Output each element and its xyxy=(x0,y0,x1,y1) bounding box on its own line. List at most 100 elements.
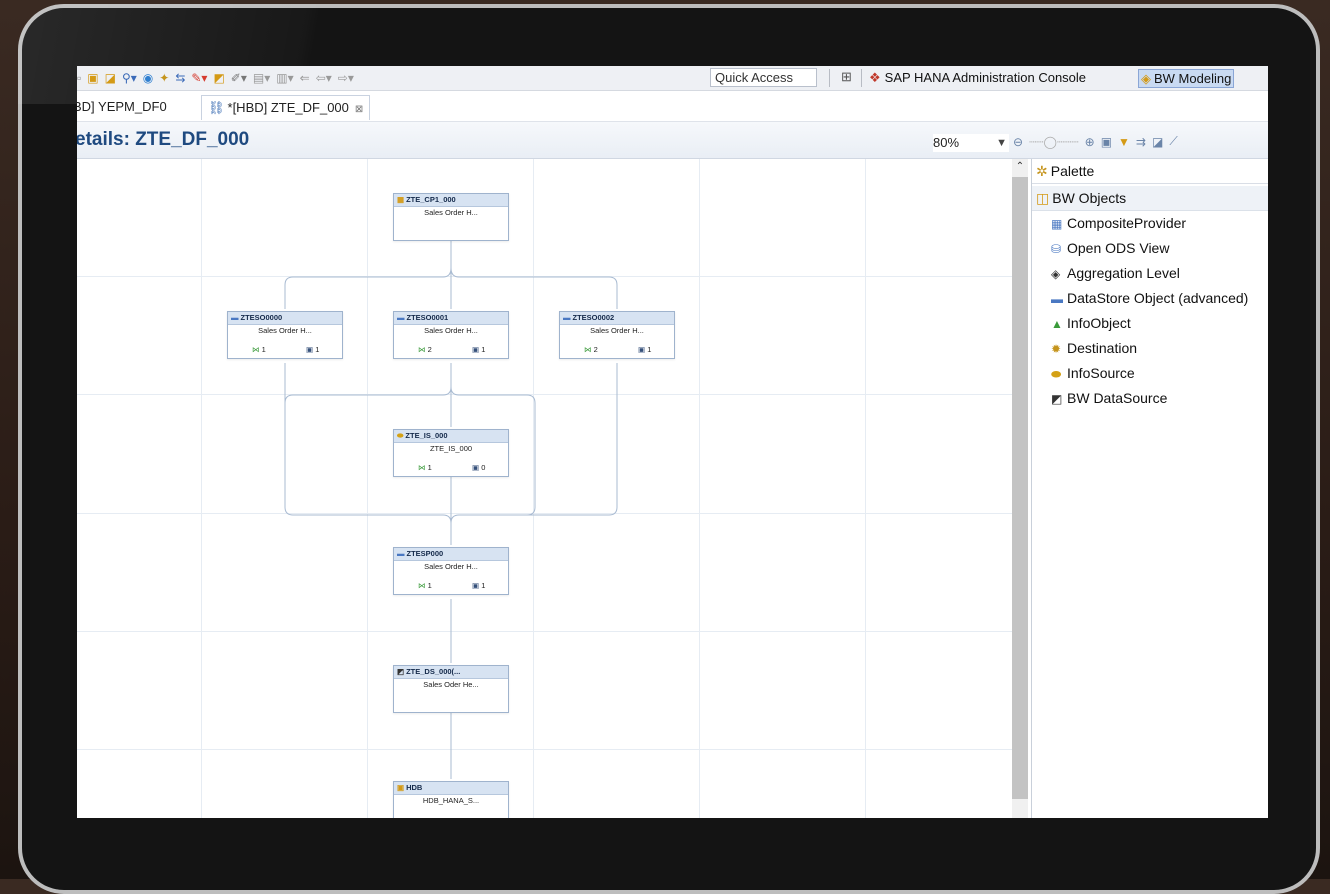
palette-item-label: BW DataSource xyxy=(1067,390,1168,406)
transformation-icon: ⋈ xyxy=(418,581,426,590)
activate-icon[interactable]: ✦ xyxy=(159,71,169,85)
palette-item-label: Open ODS View xyxy=(1067,240,1170,256)
export-icon[interactable]: ◪ xyxy=(1152,135,1163,149)
aggregation-level-icon: ◈ xyxy=(1051,267,1061,281)
open-ods-view-icon: ⛁ xyxy=(1051,242,1062,256)
perspective-hana-admin[interactable]: ❖ SAP HANA Administration Console xyxy=(869,69,1086,87)
palette-group-bw-objects[interactable]: ◫ BW Objects xyxy=(1032,186,1268,211)
palette-header[interactable]: ✲ Palette xyxy=(1032,159,1268,184)
palette-item-infosource[interactable]: ⬬ InfoSource xyxy=(1032,361,1268,386)
scroll-thumb[interactable] xyxy=(1012,177,1028,799)
dataflow-node[interactable]: ◩ ZTE_DS_000(... Sales Oder He... xyxy=(393,665,509,713)
bw-modeling-icon: ◈ xyxy=(1141,71,1151,86)
dataflow-node[interactable]: ⬬ ZTE_IS_000 ZTE_IS_000 ⋈ 1 ▣ 0 xyxy=(393,429,509,477)
new-icon[interactable]: ▫ xyxy=(77,71,81,85)
toolbar-separator xyxy=(861,69,862,87)
infosource-icon: ⬬ xyxy=(1051,367,1062,381)
count-value: 0 xyxy=(481,463,486,472)
tab-yepm-df0[interactable]: BD] YEPM_DF0 xyxy=(77,97,167,117)
dtp-count: ▣ 1 xyxy=(472,581,485,590)
filter-icon[interactable]: ▼ xyxy=(1118,135,1130,149)
quick-access-field[interactable]: Quick Access xyxy=(710,68,817,87)
count-value: 1 xyxy=(427,581,432,590)
dataflow-node[interactable]: ▬ ZTESO0002 Sales Order H... ⋈ 2 ▣ 1 xyxy=(559,311,675,359)
layout-icon[interactable]: ⇉ xyxy=(1136,135,1146,149)
search-icon[interactable]: ⚲▾ xyxy=(122,71,137,85)
fit-icon[interactable]: ▣ xyxy=(1101,135,1112,149)
zoom-out-icon[interactable]: ⊖ xyxy=(1013,135,1023,149)
transformation-icon: ⋈ xyxy=(418,463,426,472)
folder-open-icon: ◫ xyxy=(1036,190,1050,206)
zoom-value: 80% xyxy=(933,135,960,150)
dtp-icon: ▣ xyxy=(306,345,314,354)
node-description: HDB_HANA_S... xyxy=(422,796,480,805)
count-value: 2 xyxy=(427,345,432,354)
open-perspective-icon[interactable]: ⊞ xyxy=(841,69,852,85)
chart-icon[interactable]: ⟋ xyxy=(1169,134,1177,149)
node-description: Sales Order H... xyxy=(424,562,478,571)
next-annotation-icon[interactable]: ▥▾ xyxy=(276,71,293,85)
palette-title: Palette xyxy=(1050,163,1095,179)
dtp-icon: ▣ xyxy=(472,463,480,472)
editor-header: etails: ZTE_DF_000 80% ▼ ⊖ ┈┈◯┈┈┈ ⊕ ▣ ▼ … xyxy=(77,122,1268,159)
transformation-count: ⋈ 2 xyxy=(584,345,598,354)
count-value: 1 xyxy=(481,581,486,590)
folder-open-icon[interactable]: ◩ xyxy=(213,71,224,85)
palette-item-open-ods-view[interactable]: ⛁ Open ODS View xyxy=(1032,236,1268,261)
node-name: ZTESO0002 xyxy=(572,313,615,322)
annotation-icon[interactable]: ▤▾ xyxy=(253,71,270,85)
forward-icon[interactable]: ⇨▾ xyxy=(338,71,354,85)
back-dropdown-icon[interactable]: ⇦▾ xyxy=(316,71,332,85)
datastore-object-icon: ▬ xyxy=(231,313,239,322)
folder-icon[interactable]: ◪ xyxy=(105,71,116,85)
zoom-slider[interactable]: ┈┈◯┈┈┈ xyxy=(1029,135,1079,149)
palette-item-compositeprovider[interactable]: ▦ CompositeProvider xyxy=(1032,211,1268,236)
dataflow-canvas[interactable]: ▦ ZTE_CP1_000 Sales Order H... ▬ ZTESO0000… xyxy=(77,159,1012,818)
dataflow-node[interactable]: ▦ ZTE_CP1_000 Sales Order H... xyxy=(393,193,509,241)
infoobject-icon: ▲ xyxy=(1051,317,1063,331)
node-description: Sales Order H... xyxy=(590,326,644,335)
datastore-object-icon: ▬ xyxy=(397,313,405,322)
palette-item-bw-datasource[interactable]: ◩ BW DataSource xyxy=(1032,386,1268,411)
dataflow-node[interactable]: ▬ ZTESO0000 Sales Order H... ⋈ 1 ▣ 1 xyxy=(227,311,343,359)
wizard-icon[interactable]: ✎▾ xyxy=(191,71,207,85)
perspective-label: SAP HANA Administration Console xyxy=(884,70,1087,85)
datastore-object-icon: ▬ xyxy=(397,549,405,558)
dtp-count: ▣ 1 xyxy=(472,345,485,354)
palette-item-aggregation-level[interactable]: ◈ Aggregation Level xyxy=(1032,261,1268,286)
palette-item-destination[interactable]: ✹ Destination xyxy=(1032,336,1268,361)
toolbar-icons: ▫ ▣ ◪ ⚲▾ ◉ ✦ ⇆ ✎▾ ◩ ✐▾ ▤▾ ▥▾ ⇐ ⇦▾ ⇨▾ xyxy=(77,69,354,87)
refresh-icon[interactable]: ⇆ xyxy=(175,71,185,85)
chevron-down-icon: ▼ xyxy=(996,137,1007,149)
palette-item-infoobject[interactable]: ▲ InfoObject xyxy=(1032,311,1268,336)
bw-datasource-icon: ◩ xyxy=(1051,392,1063,406)
dataflow-node[interactable]: ▬ ZTESP000 Sales Order H... ⋈ 1 ▣ 1 xyxy=(393,547,509,595)
connection-lines xyxy=(284,241,618,779)
datastore-object-icon: ▬ xyxy=(563,313,571,322)
open-icon[interactable]: ▣ xyxy=(87,71,98,85)
scroll-up-icon[interactable]: ⌃ xyxy=(1012,159,1028,175)
node-description: Sales Oder He... xyxy=(423,680,479,689)
perspective-bw-modeling[interactable]: ◈ BW Modeling xyxy=(1138,69,1235,88)
sap-hana-icon: ❖ xyxy=(869,70,881,85)
tab-zte-df-000[interactable]: ⛓ *[HBD] ZTE_DF_000 ⊠ xyxy=(201,95,371,120)
infosource-icon: ⬬ xyxy=(397,431,404,440)
node-name: ZTE_DS_000(... xyxy=(406,667,461,676)
editor-tools: ⊖ ┈┈◯┈┈┈ ⊕ ▣ ▼ ⇉ ◪ ⟋ xyxy=(1013,134,1178,149)
palette-icon: ✲ xyxy=(1036,163,1048,179)
dtp-icon: ▣ xyxy=(638,345,646,354)
close-icon[interactable]: ⊠ xyxy=(355,104,363,115)
tools-icon[interactable]: ✐▾ xyxy=(231,71,247,85)
back-icon[interactable]: ⇐ xyxy=(300,71,310,85)
dtp-count: ▣ 0 xyxy=(472,463,485,472)
source-system-icon: ▣ xyxy=(397,783,405,792)
zoom-select[interactable]: 80% ▼ xyxy=(933,134,1009,152)
dataflow-node[interactable]: ▬ ZTESO0001 Sales Order H... ⋈ 2 ▣ 1 xyxy=(393,311,509,359)
zoom-in-icon[interactable]: ⊕ xyxy=(1085,135,1095,149)
dataflow-node[interactable]: ▣ HDB HDB_HANA_S... xyxy=(393,781,509,818)
check-icon[interactable]: ◉ xyxy=(143,71,153,85)
node-name: ZTE_IS_000 xyxy=(405,431,448,440)
palette-item-datastore-object[interactable]: ▬ DataStore Object (advanced) xyxy=(1032,286,1268,311)
canvas-scrollbar[interactable]: ⌃ xyxy=(1012,159,1028,818)
count-value: 1 xyxy=(647,345,652,354)
